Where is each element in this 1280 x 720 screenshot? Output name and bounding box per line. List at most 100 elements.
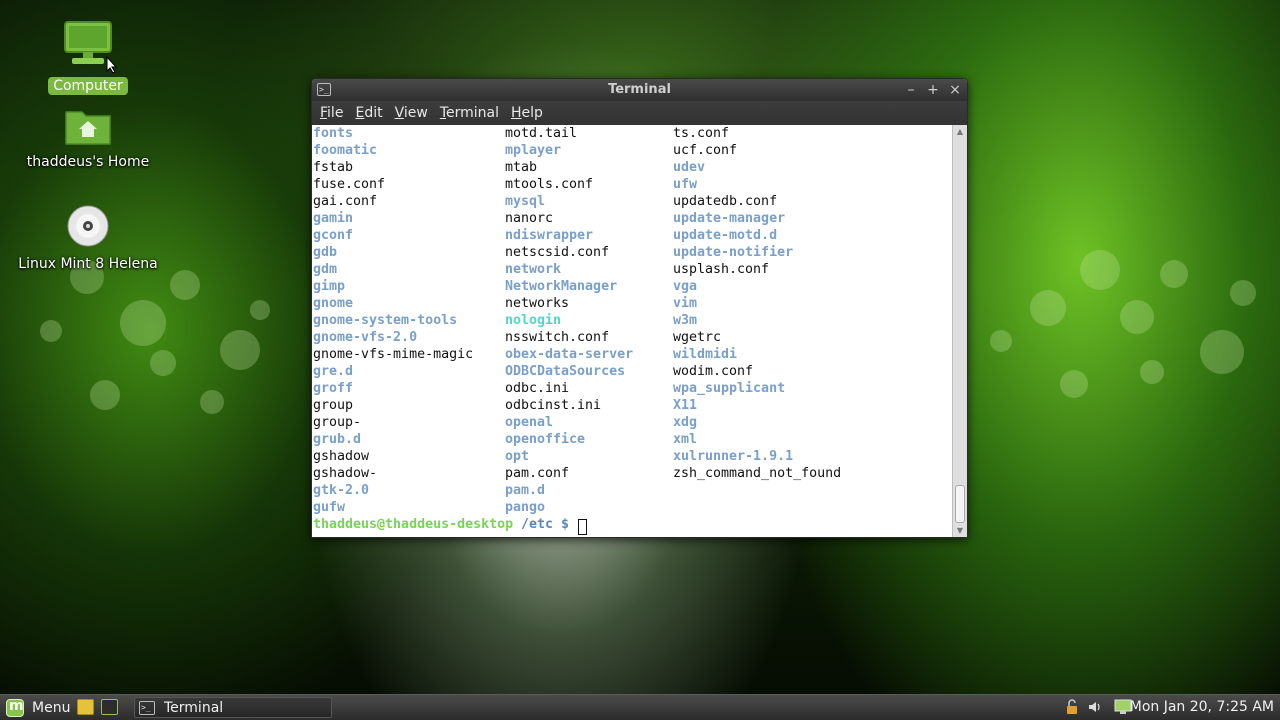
directory-entry: openoffice [505, 432, 586, 447]
prompt-line: thaddeus@thaddeus-desktop/etc $ [312, 516, 953, 535]
scroll-up-arrow-icon[interactable]: ▲ [955, 127, 965, 137]
panel-clock[interactable]: Mon Jan 20, 7:25 AM [1130, 699, 1274, 715]
directory-entry: xulrunner-1.9.1 [673, 449, 794, 464]
directory-entry: vga [673, 279, 698, 294]
terminal-output[interactable]: fonts motd.tail ts.conf foomatic mplayer ucf.… [312, 125, 953, 537]
update-manager-lock-icon[interactable] [1064, 699, 1080, 715]
file-entry: ucf.conf [673, 143, 738, 158]
terminal-window[interactable]: >_ Terminal – + × File Edit View Termina… [311, 78, 968, 538]
desktop-icon-disc[interactable]: Linux Mint 8 Helena [13, 204, 163, 273]
terminal-line: gai.conf mysql updatedb.conf [312, 193, 953, 210]
scrollbar-thumb[interactable] [955, 485, 965, 523]
menu-help[interactable]: Help [505, 105, 549, 121]
taskbar-terminal-label: Terminal [164, 699, 224, 716]
directory-entry: w3m [673, 313, 698, 328]
directory-entry: obex-data-server [505, 347, 634, 362]
directory-entry: fonts [313, 126, 354, 141]
file-entry: gshadow- [313, 466, 378, 481]
directory-entry: ufw [673, 177, 698, 192]
file-entry: pam.conf [505, 466, 570, 481]
terminal-line: gconf ndiswrapper update-motd.d [312, 227, 953, 244]
terminal-line: gshadow opt xulrunner-1.9.1 [312, 448, 953, 465]
terminal-line: gtk-2.0 pam.d [312, 482, 953, 499]
close-button[interactable]: × [946, 81, 964, 99]
file-entry: wodim.conf [673, 364, 754, 379]
minimize-button[interactable]: – [902, 81, 920, 99]
file-entry: nanorc [505, 211, 554, 226]
directory-entry: gamin [313, 211, 354, 226]
menu-edit-rest: dit [364, 105, 383, 121]
file-entry: group- [313, 415, 362, 430]
text-editor-launcher-icon[interactable] [77, 699, 94, 715]
directory-entry: udev [673, 160, 706, 175]
file-entry: gai.conf [313, 194, 378, 209]
menu-help-mnemonic: H [511, 105, 522, 121]
terminal-line: gnome-vfs-mime-magic obex-data-server wild… [312, 346, 953, 363]
cd-disc-icon [67, 205, 109, 247]
file-entry: motd.tail [505, 126, 578, 141]
file-entry: fstab [313, 160, 354, 175]
directory-entry: ODBCDataSources [505, 364, 626, 379]
file-entry: odbc.ini [505, 381, 570, 396]
directory-entry: NetworkManager [505, 279, 618, 294]
directory-entry: pam.d [505, 483, 546, 498]
terminal-cursor[interactable] [578, 519, 587, 535]
directory-entry: opt [505, 449, 530, 464]
directory-entry: wpa_supplicant [673, 381, 786, 396]
terminal-scrollbar[interactable]: ▲ ▼ [952, 125, 967, 537]
file-entry: mtools.conf [505, 177, 594, 192]
terminal-line: gamin nanorc update-manager [312, 210, 953, 227]
menu-terminal[interactable]: Terminal [434, 105, 505, 121]
directory-entry: mysql [505, 194, 546, 209]
file-entry: mtab [505, 160, 538, 175]
menu-help-rest: elp [521, 105, 543, 121]
menu-file-mnemonic: F [320, 105, 328, 121]
menu-file[interactable]: File [314, 105, 349, 121]
desktop-icon-computer[interactable]: Computer [13, 20, 163, 95]
terminal-line: foomatic mplayer ucf.conf [312, 142, 953, 159]
directory-entry: gnome-system-tools [313, 313, 458, 328]
scroll-down-arrow-icon[interactable]: ▼ [955, 526, 965, 536]
terminal-line: gufw pango [312, 499, 953, 516]
directory-entry: gnome [313, 296, 354, 311]
menu-view[interactable]: View [389, 105, 434, 121]
terminal-launcher-icon[interactable] [101, 699, 118, 715]
file-entry: networks [505, 296, 570, 311]
terminal-line: gshadow-pam.conf zsh_command_not_found [312, 465, 953, 482]
desktop-icon-label: Computer [48, 77, 128, 95]
terminal-line: grub.d openoffice xml [312, 431, 953, 448]
menu-terminal-rest: erminal [446, 105, 499, 121]
directory-entry: groff [313, 381, 354, 396]
terminal-line: gimp NetworkManager vga [312, 278, 953, 295]
directory-entry: mplayer [505, 143, 562, 158]
terminal-line: gdm network usplash.conf [312, 261, 953, 278]
directory-entry: gimp [313, 279, 346, 294]
menu-view-rest: iew [403, 105, 428, 121]
window-titlebar[interactable]: >_ Terminal – + × [312, 79, 967, 101]
directory-entry: foomatic [313, 143, 378, 158]
main-menu-button[interactable]: Menu [6, 698, 70, 718]
directory-entry: grub.d [313, 432, 362, 447]
file-entry: usplash.conf [673, 262, 770, 277]
bottom-panel: Menu >_ Terminal Mon Jan 20, 7:25 AM [0, 694, 1280, 720]
terminal-line: groff odbc.ini wpa_supplicant [312, 380, 953, 397]
mouse-pointer-icon [106, 56, 118, 74]
menu-edit[interactable]: Edit [349, 105, 388, 121]
desktop-icon-label: thaddeus's Home [26, 154, 150, 170]
file-entry: odbcinst.ini [505, 398, 602, 413]
directory-entry: openal [505, 415, 554, 430]
file-entry: zsh_command_not_found [673, 466, 842, 481]
terminal-line: gnome-system-tools nologin w3m [312, 312, 953, 329]
volume-icon[interactable] [1087, 699, 1103, 715]
directory-entry: ndiswrapper [505, 228, 594, 243]
window-title: Terminal [608, 82, 671, 97]
file-entry: group [313, 398, 354, 413]
maximize-button[interactable]: + [924, 81, 942, 99]
terminal-line: gnome networks vim [312, 295, 953, 312]
directory-entry: xdg [673, 415, 698, 430]
taskbar-terminal-button[interactable]: >_ Terminal [134, 697, 332, 718]
terminal-line: fstab mtab udev [312, 159, 953, 176]
terminal-line: gre.d ODBCDataSources wodim.conf [312, 363, 953, 380]
terminal-line: gdb netscsid.conf update-notifier [312, 244, 953, 261]
desktop-icon-home[interactable]: thaddeus's Home [13, 106, 163, 171]
